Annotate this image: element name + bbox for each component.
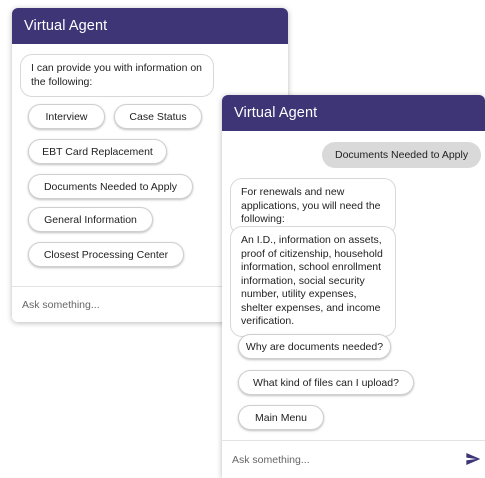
chat-title: Virtual Agent [12,8,288,44]
option-interview-button[interactable]: Interview [28,104,105,129]
message-input-bar [222,440,485,478]
chat-window-documents: Virtual Agent Documents Needed to Apply … [222,95,485,478]
bot-message: I can provide you with information on th… [20,54,214,97]
option-closest-processing-center-button[interactable]: Closest Processing Center [28,242,184,267]
option-file-types-button[interactable]: What kind of files can I upload? [238,370,414,395]
message-input[interactable] [232,450,432,470]
option-case-status-button[interactable]: Case Status [114,104,202,129]
bot-message: An I.D., information on assets, proof of… [230,226,396,337]
option-why-documents-needed-button[interactable]: Why are documents needed? [238,334,391,359]
option-general-information-button[interactable]: General Information [28,207,153,232]
option-ebt-card-replacement-button[interactable]: EBT Card Replacement [28,139,167,164]
option-documents-needed-button[interactable]: Documents Needed to Apply [28,174,193,199]
send-icon[interactable] [465,451,481,467]
user-message: Documents Needed to Apply [322,142,482,168]
message-input[interactable] [22,295,222,315]
option-main-menu-button[interactable]: Main Menu [238,405,324,430]
chat-title: Virtual Agent [222,95,485,131]
